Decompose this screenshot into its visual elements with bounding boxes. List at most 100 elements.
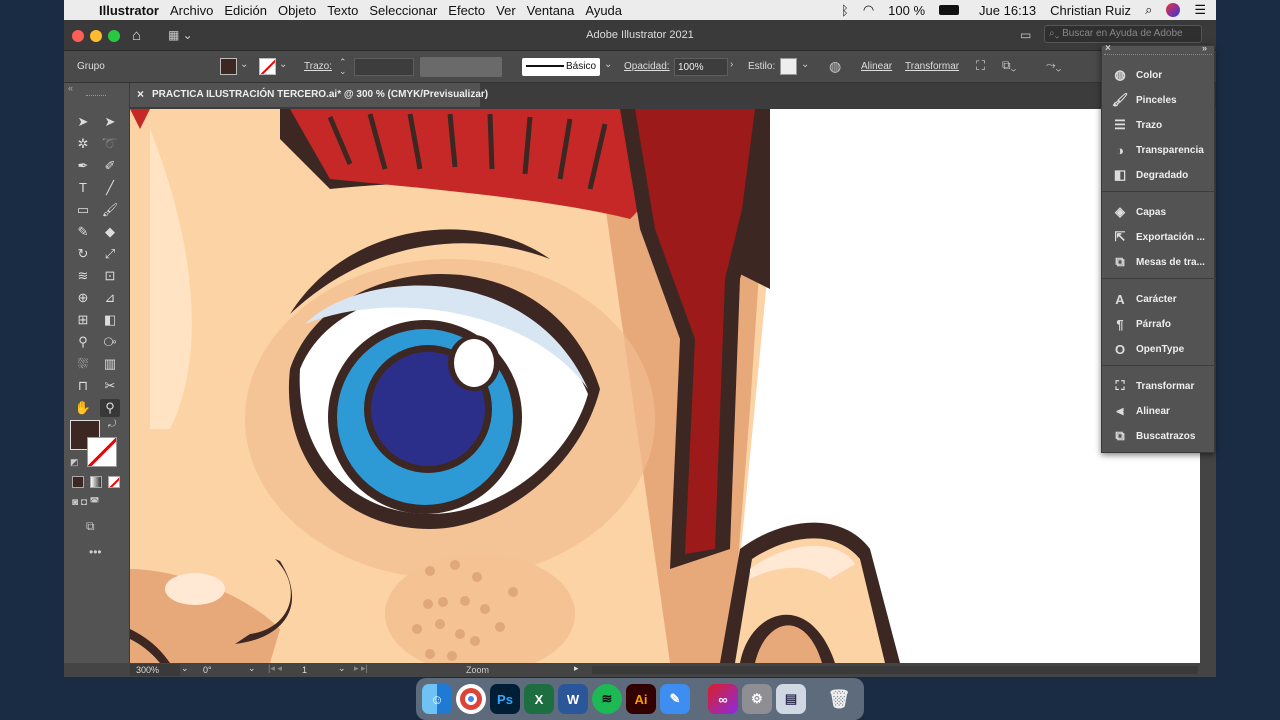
dock-preview-icon[interactable]: ▤ — [776, 684, 806, 714]
panel-character[interactable]: A Carácter — [1102, 288, 1216, 310]
panel-artboards[interactable]: ⧉ Mesas de tra... — [1102, 251, 1216, 273]
curvature-tool-icon[interactable]: ✐ — [100, 157, 120, 175]
artboard-tool-icon[interactable]: ⊓ — [73, 377, 93, 395]
magic-wand-tool-icon[interactable]: ✲ — [73, 135, 93, 153]
document-tab[interactable]: × PRACTICA ILUSTRACIÓN TERCERO.ai* @ 300… — [130, 83, 488, 107]
status-arrow-icon[interactable]: ▸ — [574, 663, 579, 674]
bluetooth-icon[interactable]: ᛒ — [841, 3, 849, 18]
stroke-weight-stepper[interactable]: ⌃ ⌄ — [339, 58, 352, 76]
edit-toolbar-icon[interactable]: ••• — [89, 545, 102, 559]
dock-creative-cloud-icon[interactable]: ∞ — [708, 684, 738, 714]
gradient-tool-icon[interactable]: ◧ — [100, 311, 120, 329]
dock-system-preferences-icon[interactable]: ⚙ — [742, 684, 772, 714]
stroke-dropdown-icon[interactable]: ⌄ — [279, 59, 287, 70]
width-tool-icon[interactable]: ≋ — [73, 267, 93, 285]
color-mode-icon[interactable] — [72, 476, 84, 488]
dock-excel-icon[interactable]: X — [524, 684, 554, 714]
artboard-canvas[interactable] — [130, 109, 1200, 663]
blend-tool-icon[interactable]: ⧂ — [100, 333, 120, 351]
close-tab-icon[interactable]: × — [137, 87, 144, 101]
arrange-icon[interactable]: ⧉⌄ — [1002, 58, 1016, 73]
opacity-arrow-icon[interactable]: › — [730, 59, 733, 70]
swap-colors-icon[interactable]: ⤾ — [108, 419, 116, 430]
artboard-number[interactable]: 1 — [302, 665, 307, 675]
menu-texto[interactable]: Texto — [327, 3, 358, 18]
dock-trash-icon[interactable]: 🗑 — [824, 684, 854, 714]
slice-tool-icon[interactable]: ✂ — [100, 377, 120, 395]
menu-efecto[interactable]: Efecto — [448, 3, 485, 18]
artboard-dropdown-icon[interactable]: ⌄ — [338, 663, 346, 674]
menu-archivo[interactable]: Archivo — [170, 3, 213, 18]
column-graph-tool-icon[interactable]: ▥ — [100, 355, 120, 373]
stroke-weight-input[interactable] — [354, 58, 414, 76]
user-name[interactable]: Christian Ruiz — [1050, 3, 1131, 18]
graphic-style-swatch[interactable] — [780, 58, 797, 75]
zoom-field[interactable]: 300% — [130, 664, 180, 676]
mesh-tool-icon[interactable]: ⊞ — [73, 311, 93, 329]
rotation-dropdown-icon[interactable]: ⌄ — [248, 663, 256, 674]
menu-ventana[interactable]: Ventana — [527, 3, 575, 18]
menu-edicion[interactable]: Edición — [224, 3, 267, 18]
shape-builder-tool-icon[interactable]: ⊕ — [73, 289, 93, 307]
panel-opentype[interactable]: O OpenType — [1102, 338, 1216, 360]
panel-align[interactable]: ⫷ Alinear — [1102, 400, 1216, 422]
eraser-tool-icon[interactable]: ◆ — [100, 223, 120, 241]
rectangle-tool-icon[interactable]: ▭ — [73, 201, 93, 219]
panel-transform[interactable]: ⛶ Transformar — [1102, 375, 1216, 397]
horizontal-scrollbar[interactable] — [592, 666, 1198, 674]
menu-ayuda[interactable]: Ayuda — [585, 3, 622, 18]
screen-mode-icon[interactable]: ⧉ — [86, 519, 95, 534]
gradient-mode-icon[interactable] — [90, 476, 102, 488]
recolor-icon[interactable]: ◍ — [829, 58, 841, 75]
dock-photoshop-icon[interactable]: Ps — [490, 684, 520, 714]
dock-word-icon[interactable]: W — [558, 684, 588, 714]
panel-gradient[interactable]: ◧ Degradado — [1102, 164, 1216, 186]
line-tool-icon[interactable]: ╱ — [100, 179, 120, 197]
rotate-tool-icon[interactable]: ↻ — [73, 245, 93, 263]
draw-mode-icon[interactable]: ◙ ◘ ◚ — [72, 497, 99, 508]
align-link[interactable]: Alinear — [861, 61, 892, 72]
panel-transparency[interactable]: ◑ Transparencia — [1102, 139, 1216, 161]
artboard-nav-prev-icon[interactable]: |◂ ◂ — [268, 663, 282, 674]
tools-collapse-icon[interactable]: « — [68, 83, 73, 93]
help-search-field[interactable]: ⌕⌄ Buscar en Ayuda de Adobe — [1044, 25, 1202, 43]
fill-dropdown-icon[interactable]: ⌄ — [240, 59, 248, 70]
clock[interactable]: Jue 16:13 — [979, 3, 1036, 18]
dock-chrome-icon[interactable] — [456, 684, 486, 714]
spotlight-icon[interactable]: ⌕ — [1145, 2, 1152, 18]
panel-pathfinder[interactable]: ⧉ Buscatrazos — [1102, 425, 1216, 447]
panel-brushes[interactable]: 🖌 Pinceles — [1102, 89, 1216, 111]
type-tool-icon[interactable]: T — [73, 179, 93, 197]
panel-collapse-icon[interactable]: » — [1202, 43, 1207, 53]
isolate-group-icon[interactable]: ⛶ — [976, 58, 985, 74]
battery-status[interactable]: 100 % — [888, 3, 925, 18]
style-dropdown-icon[interactable]: ⌄ — [801, 59, 809, 70]
app-menu[interactable]: Illustrator — [99, 3, 159, 18]
wifi-icon[interactable]: ◠ — [863, 2, 874, 18]
zoom-dropdown-icon[interactable]: ⌄ — [181, 663, 189, 674]
selection-tool-icon[interactable]: ➤ — [73, 113, 93, 131]
dock-illustrator-icon[interactable]: Ai — [626, 684, 656, 714]
fill-swatch[interactable] — [220, 58, 237, 75]
puppet-warp-icon[interactable]: ⤳⌄ — [1046, 58, 1061, 73]
free-transform-tool-icon[interactable]: ⊡ — [100, 267, 120, 285]
opacity-input[interactable]: 100% — [674, 58, 728, 76]
panel-paragraph[interactable]: ¶ Párrafo — [1102, 313, 1216, 335]
panel-stroke[interactable]: ☰ Trazo — [1102, 114, 1216, 136]
stroke-label[interactable]: Trazo: — [304, 61, 332, 72]
pen-tool-icon[interactable]: ✒ — [73, 157, 93, 175]
panel-export[interactable]: ⇱ Exportación ... — [1102, 226, 1216, 248]
menu-objeto[interactable]: Objeto — [278, 3, 316, 18]
menu-ver[interactable]: Ver — [496, 3, 516, 18]
panel-grip[interactable] — [1104, 54, 1212, 57]
panel-layers[interactable]: ◈ Capas — [1102, 201, 1216, 223]
variable-width-profile[interactable] — [420, 57, 502, 77]
default-colors-icon[interactable]: ◩ — [70, 457, 79, 468]
siri-icon[interactable] — [1166, 3, 1181, 17]
lasso-tool-icon[interactable]: ➰ — [100, 135, 120, 153]
panel-close-icon[interactable]: × — [1105, 43, 1111, 54]
stroke-color-box[interactable] — [87, 437, 117, 467]
direct-selection-tool-icon[interactable]: ➤ — [100, 113, 120, 131]
opacity-label[interactable]: Opacidad: — [624, 61, 670, 72]
paintbrush-tool-icon[interactable]: 🖌 — [100, 201, 120, 219]
